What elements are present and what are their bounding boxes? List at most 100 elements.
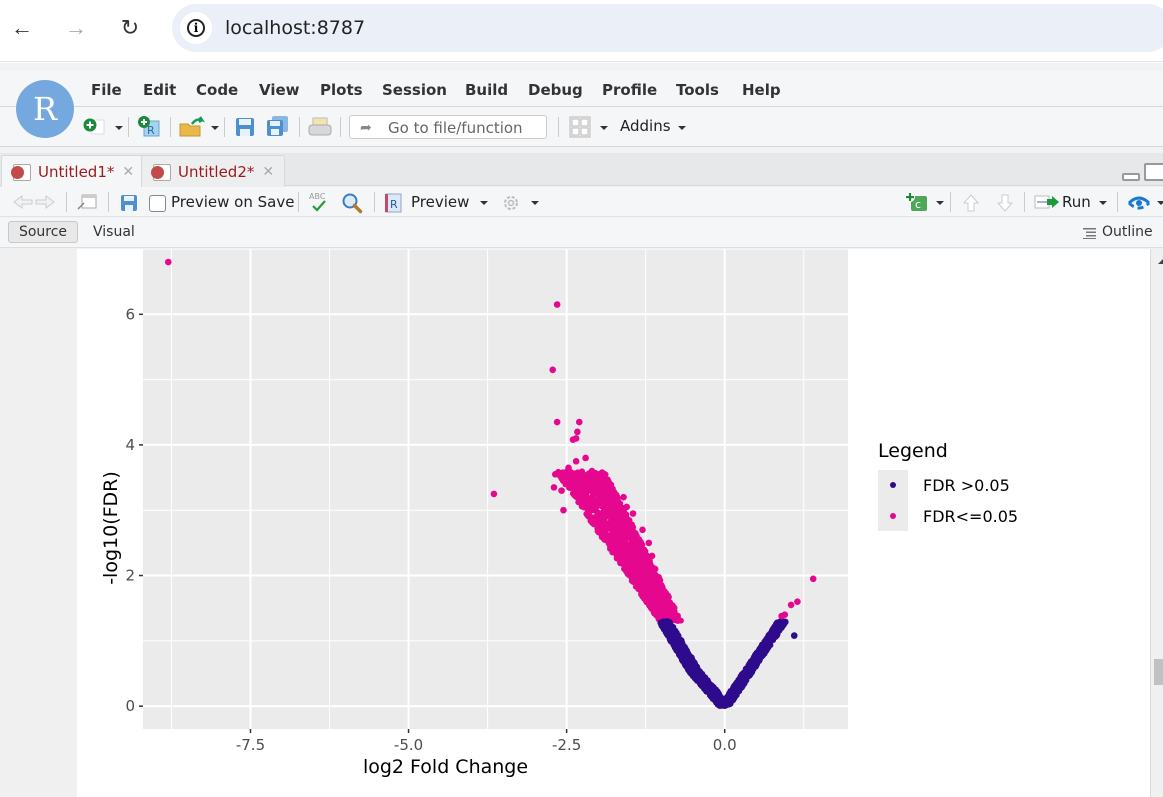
data-point xyxy=(602,504,609,511)
new-file-icon xyxy=(83,118,105,135)
rerun-button[interactable] xyxy=(1127,193,1151,213)
go-to-file-input[interactable]: ➦ Go to file/function xyxy=(349,115,547,139)
rstudio-app: File Edit Code View Plots Session Build … xyxy=(0,63,1163,797)
back-button[interactable]: ← xyxy=(8,14,36,42)
arrow-left-icon: ← xyxy=(11,15,33,40)
menu-session[interactable]: Session xyxy=(382,81,447,99)
source-mode-button[interactable]: Source xyxy=(8,221,78,243)
pane-layout-dropdown[interactable] xyxy=(600,126,608,130)
data-point xyxy=(614,537,621,544)
save-button[interactable] xyxy=(235,117,255,137)
y-axis-label: -log10(FDR) xyxy=(100,471,122,585)
insert-chunk-button[interactable]: c xyxy=(903,191,929,213)
data-point xyxy=(739,678,746,685)
data-point xyxy=(593,485,600,492)
next-chunk-button[interactable] xyxy=(995,193,1015,213)
save-document-button[interactable] xyxy=(120,194,138,212)
minimize-pane-button[interactable] xyxy=(1122,173,1140,181)
data-point xyxy=(550,484,558,491)
x-axis-ticks: -7.5 -5.0 -2.5 0.0 xyxy=(236,729,737,754)
find-replace-button[interactable] xyxy=(341,192,363,214)
new-file-dropdown[interactable] xyxy=(115,126,123,130)
tab-label: Untitled2* xyxy=(178,162,255,181)
data-point xyxy=(780,621,787,628)
data-point xyxy=(645,539,653,547)
menu-tools[interactable]: Tools xyxy=(676,81,719,99)
previous-chunk-button[interactable] xyxy=(961,193,981,213)
data-point xyxy=(753,650,760,657)
scroll-thumb[interactable] xyxy=(1154,659,1163,685)
data-point xyxy=(490,490,498,498)
save-all-button[interactable] xyxy=(266,115,290,137)
forward-button[interactable]: → xyxy=(62,14,90,42)
addins-dropdown-icon[interactable] xyxy=(678,126,686,130)
data-point xyxy=(663,630,670,637)
data-point xyxy=(594,490,601,497)
menu-plots[interactable]: Plots xyxy=(320,81,363,99)
separator xyxy=(558,117,559,137)
address-bar[interactable]: i localhost:8787 xyxy=(172,4,1163,52)
data-point xyxy=(651,565,659,573)
data-point xyxy=(715,690,722,697)
data-point xyxy=(586,502,593,509)
preview-dropdown[interactable] xyxy=(480,201,488,205)
maximize-pane-button[interactable] xyxy=(1144,163,1163,181)
menu-help[interactable]: Help xyxy=(742,81,781,99)
menu-file[interactable]: File xyxy=(91,81,122,99)
data-point xyxy=(549,366,557,374)
svg-text:ABC: ABC xyxy=(309,192,326,201)
settings-button[interactable] xyxy=(501,193,521,213)
scroll-up-icon[interactable] xyxy=(1158,259,1163,264)
settings-dropdown[interactable] xyxy=(531,201,539,205)
url-text[interactable]: localhost:8787 xyxy=(225,17,365,39)
data-point xyxy=(648,552,656,560)
data-point xyxy=(731,685,738,692)
run-dropdown[interactable] xyxy=(1099,201,1107,205)
menu-profile[interactable]: Profile xyxy=(602,81,657,99)
rerun-dropdown[interactable] xyxy=(1157,201,1163,205)
data-point xyxy=(631,540,638,547)
menu-view[interactable]: View xyxy=(259,81,300,99)
reload-button[interactable]: ↻ xyxy=(116,14,144,42)
close-tab-icon[interactable]: ✕ xyxy=(122,164,134,180)
menu-build[interactable]: Build xyxy=(465,81,508,99)
vertical-scrollbar[interactable] xyxy=(1150,249,1163,797)
close-tab-icon[interactable]: ✕ xyxy=(262,164,274,180)
visual-mode-button[interactable]: Visual xyxy=(93,224,135,240)
new-file-button[interactable] xyxy=(82,117,108,137)
data-point xyxy=(613,509,620,516)
preview-button[interactable]: Preview xyxy=(411,193,469,211)
preview-on-save-checkbox[interactable] xyxy=(149,195,166,212)
open-file-button[interactable] xyxy=(178,116,206,138)
tab-untitled1[interactable]: Untitled1* ✕ xyxy=(1,155,146,187)
browser-toolbar: ← → ↻ i localhost:8787 xyxy=(0,0,1163,62)
print-button[interactable] xyxy=(308,116,332,138)
outline-button[interactable]: Outline xyxy=(1102,224,1153,240)
tab-untitled2[interactable]: Untitled2* ✕ xyxy=(141,155,286,187)
menu-debug[interactable]: Debug xyxy=(528,81,583,99)
open-file-dropdown[interactable] xyxy=(211,126,219,130)
y-axis-ticks: 0 2 4 6 xyxy=(125,305,143,715)
menu-code[interactable]: Code xyxy=(196,81,238,99)
insert-chunk-dropdown[interactable] xyxy=(936,201,944,205)
data-point xyxy=(636,586,643,593)
data-point xyxy=(688,668,695,675)
data-point xyxy=(639,553,646,560)
svg-text:c: c xyxy=(915,198,921,211)
editor-mode-bar: Source Visual Outline xyxy=(0,218,1163,248)
data-point xyxy=(639,526,646,534)
separator xyxy=(950,192,951,212)
show-in-window-button[interactable] xyxy=(76,193,98,211)
new-project-button[interactable]: R xyxy=(136,115,162,139)
run-button[interactable]: Run xyxy=(1062,193,1091,211)
back-forward-nav[interactable] xyxy=(12,194,56,210)
y-tick-label: 4 xyxy=(125,436,135,454)
spellcheck-button[interactable]: ABC xyxy=(307,190,331,214)
addins-menu[interactable]: Addins xyxy=(620,117,671,135)
data-point xyxy=(591,507,598,514)
site-info-icon[interactable]: i xyxy=(180,12,212,44)
pane-layout-button[interactable] xyxy=(569,116,591,138)
preview-on-save-label[interactable]: Preview on Save xyxy=(171,193,294,211)
menu-edit[interactable]: Edit xyxy=(143,81,176,99)
legend-key-background xyxy=(878,470,908,531)
